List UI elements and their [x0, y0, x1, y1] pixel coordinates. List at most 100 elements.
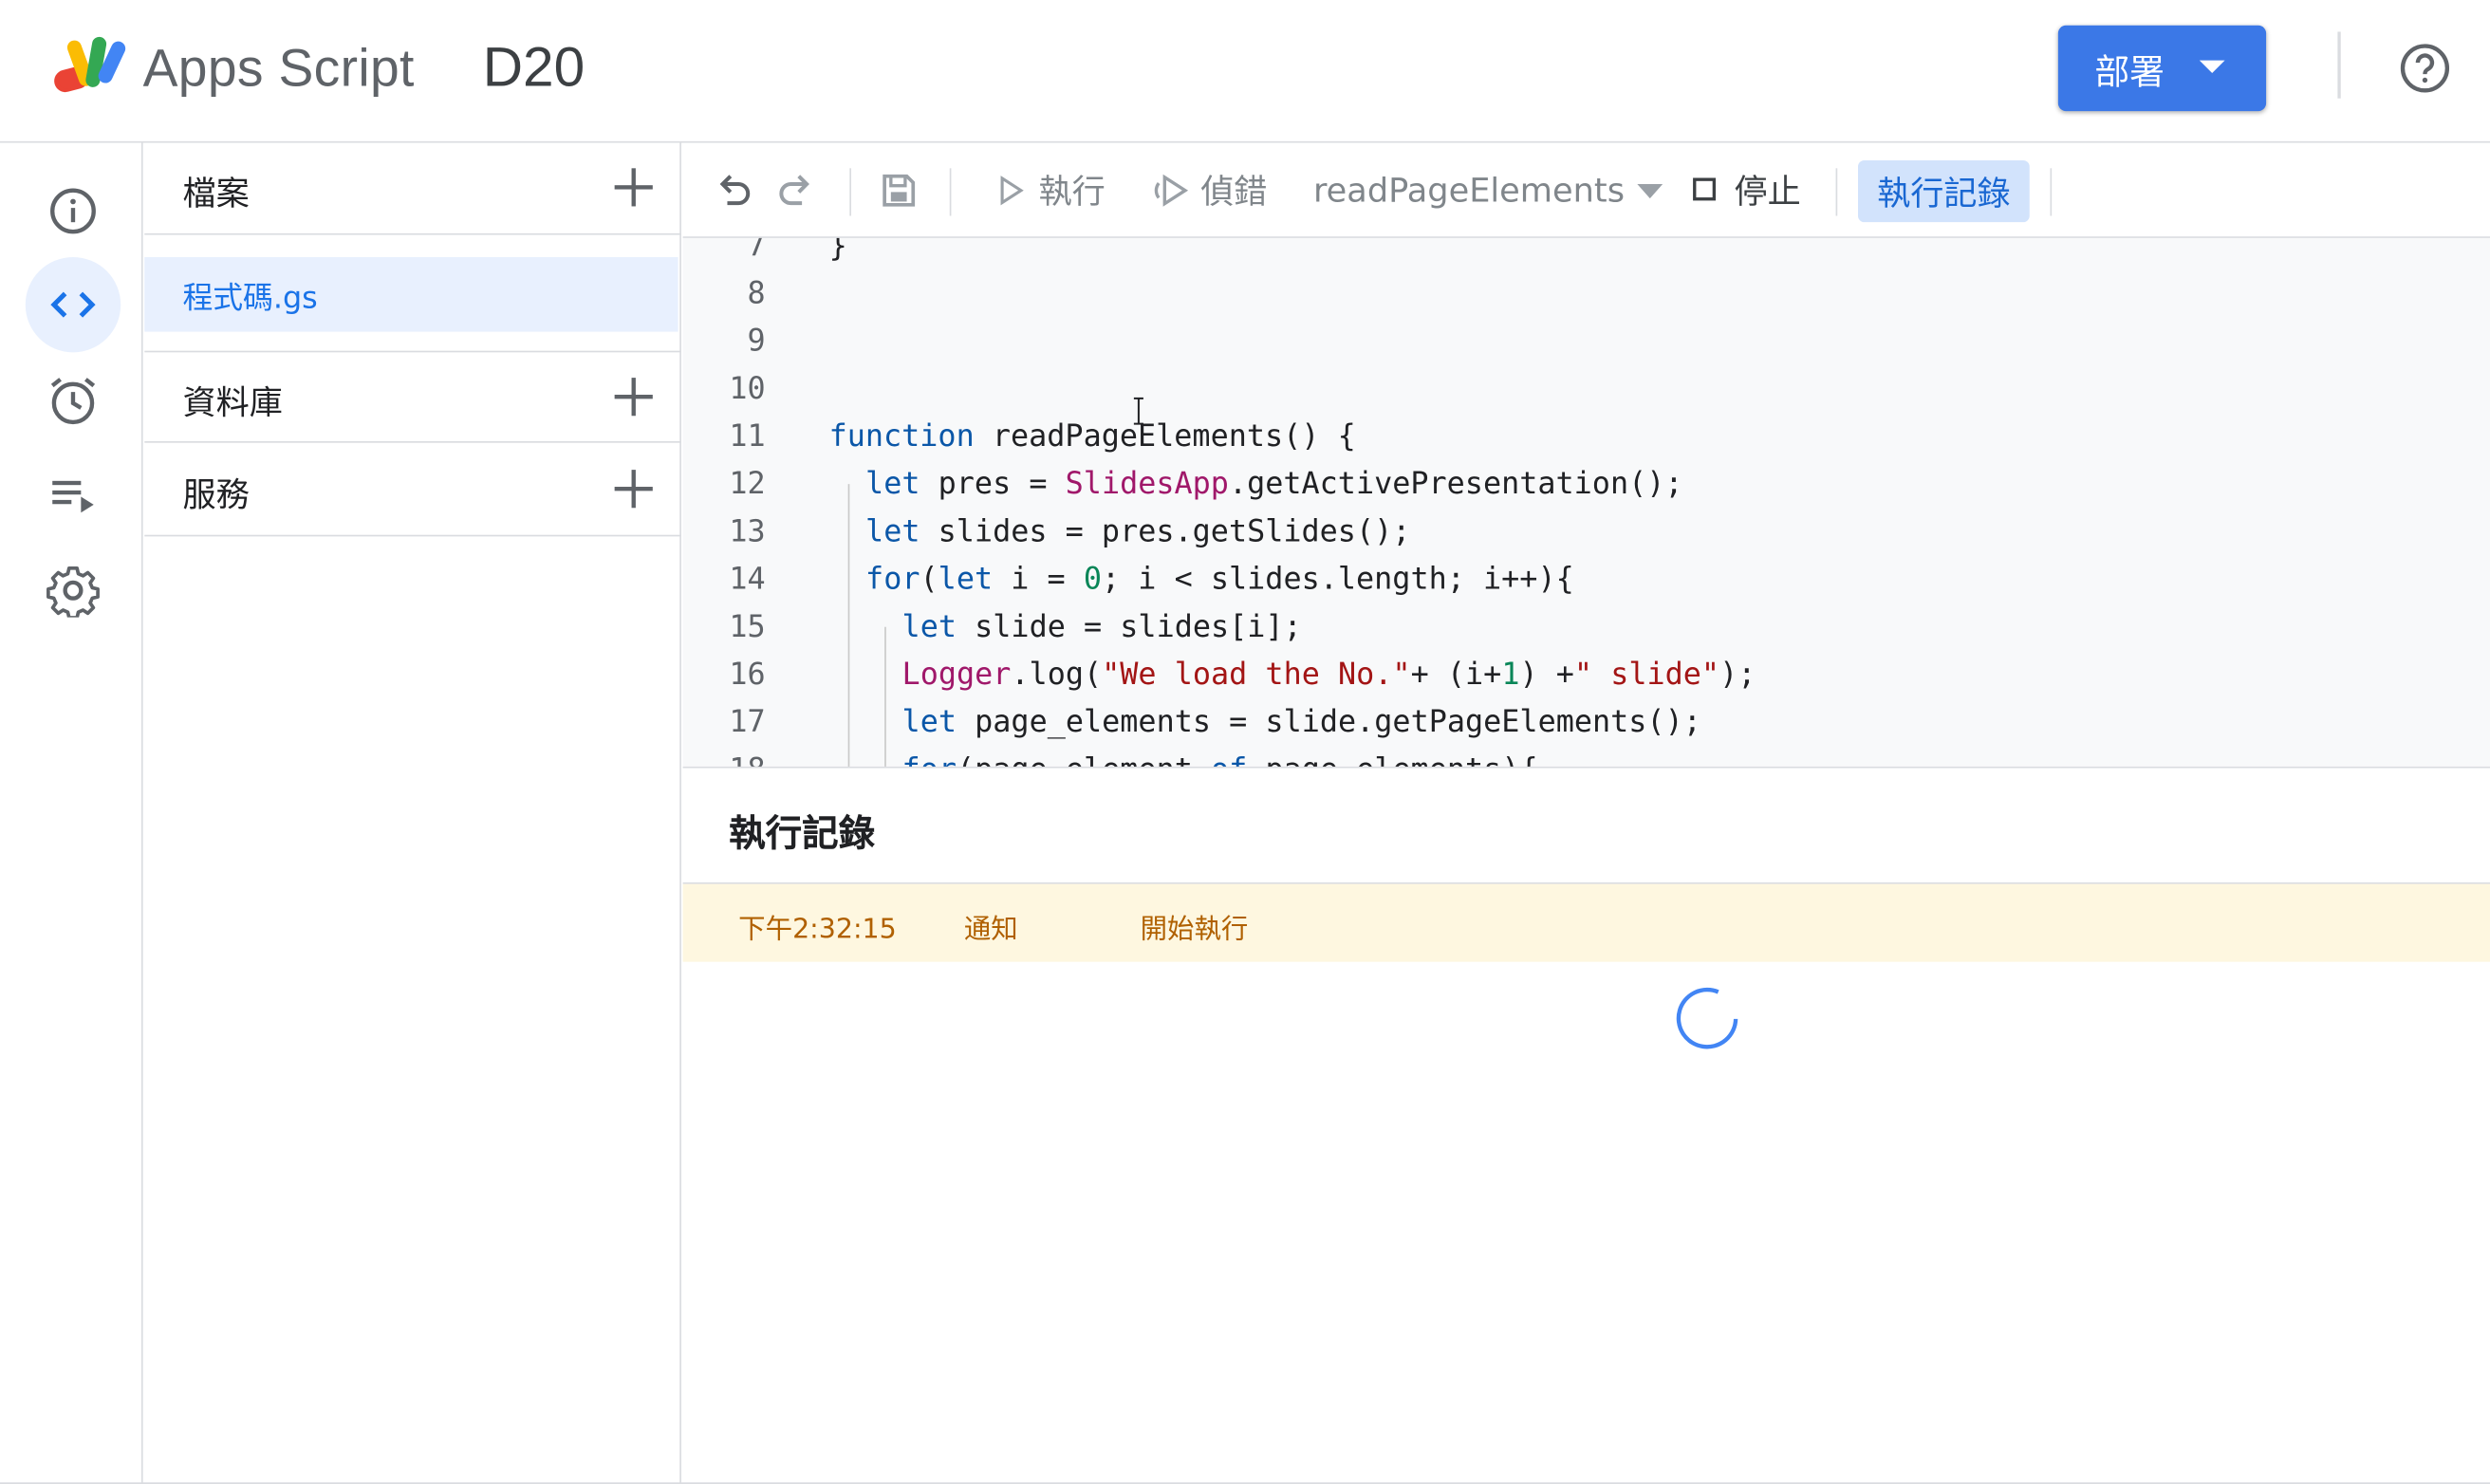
app-name: Apps Script	[142, 38, 415, 98]
log-entry-time: 下午2:32:15	[738, 914, 897, 946]
add-library-plus-icon[interactable]	[611, 375, 656, 419]
header-divider	[2337, 31, 2341, 99]
function-selector[interactable]: readPageElements	[1313, 143, 1663, 238]
line-number: 9	[747, 324, 766, 360]
line-text: function readPageElements() {	[828, 418, 1356, 454]
line-number: 18	[683, 746, 765, 767]
save-button[interactable]	[878, 143, 920, 238]
rail-editor[interactable]	[25, 256, 121, 353]
caret-down-icon	[2199, 60, 2225, 73]
code-line: 10	[683, 365, 2490, 413]
execution-log-label: 執行記錄	[1877, 174, 2011, 213]
debug-icon	[1154, 174, 1189, 207]
undo-button[interactable]	[712, 143, 753, 238]
toolbar-separator	[2050, 168, 2053, 216]
line-text: let pres = SlidesApp.getActivePresentati…	[865, 466, 1683, 502]
line-number: 13	[729, 513, 766, 549]
toolbar-separator	[849, 168, 851, 216]
log-entry-message: 開始執行	[1140, 914, 1249, 946]
code-line: 15 let slide = slides[i];	[683, 603, 2490, 651]
line-text: let page_elements = slide.getPageElement…	[901, 704, 1701, 740]
line-number: 10	[729, 371, 766, 407]
line-text: let slide = slides[i];	[901, 609, 1302, 645]
deploy-button-label: 部署	[2094, 53, 2165, 94]
add-file-plus-icon[interactable]	[611, 165, 656, 210]
gear-icon	[46, 566, 100, 618]
code-line: 7}	[683, 238, 2490, 269]
code-line: 9	[683, 318, 2490, 365]
execution-log-panel: 執行記錄 下午2:32:15 通知 開始執行	[682, 768, 2490, 1484]
undo-icon	[719, 175, 751, 206]
rail-triggers[interactable]	[26, 352, 121, 447]
line-number: 7	[747, 237, 766, 264]
toolbar-separator	[949, 168, 952, 216]
info-icon	[50, 188, 96, 234]
line-text: }	[828, 237, 847, 264]
redo-icon	[779, 175, 809, 206]
deploy-button[interactable]: 部署	[2057, 25, 2267, 112]
redo-button[interactable]	[776, 143, 818, 238]
loading-spinner-icon	[1676, 987, 1738, 1049]
log-entry-level: 通知	[963, 914, 1018, 946]
line-number: 14	[729, 562, 766, 597]
libraries-section-header: 資料庫	[144, 350, 681, 443]
code-line: 17 let page_elements = slide.getPageEleme…	[683, 698, 2490, 746]
line-number: 15	[729, 609, 766, 645]
executions-icon	[52, 480, 94, 513]
line-text: for(page_element of page_elements){	[902, 746, 1538, 767]
file-item-code-gs[interactable]: 程式碼.gs	[144, 256, 678, 332]
files-panel: 檔案 程式碼.gs 資料庫 服務	[144, 142, 681, 1484]
top-header: Apps Script D20 部署	[0, 0, 2490, 143]
debug-button[interactable]: 偵錯	[1153, 143, 1267, 238]
code-icon	[50, 291, 96, 318]
editor-toolbar: 執行 偵錯 readPageElements 停止 執行記錄	[682, 142, 2490, 238]
dropdown-arrow-icon	[1637, 183, 1663, 198]
add-service-plus-icon[interactable]	[611, 467, 656, 511]
execution-log-title: 執行記錄	[729, 814, 876, 856]
line-number: 12	[729, 466, 766, 502]
line-number: 8	[747, 276, 766, 311]
clock-icon	[50, 378, 96, 425]
code-line: 16 Logger.log("We load the No."+ (i+1) +"…	[683, 651, 2490, 698]
services-section-label: 服務	[182, 475, 250, 514]
code-line: 14 for(let i = 0; i < slides.length; i++)…	[683, 555, 2490, 603]
project-title[interactable]: D20	[483, 36, 585, 100]
stop-label: 停止	[1734, 173, 1801, 212]
stop-icon	[1693, 177, 1717, 201]
play-icon	[1000, 176, 1024, 206]
text-cursor-icon	[1133, 397, 1143, 425]
file-name: 程式碼.gs	[182, 281, 318, 316]
code-line: 11 function readPageElements() {	[683, 413, 2490, 460]
line-number: 17	[729, 704, 766, 740]
function-name: readPageElements	[1312, 171, 1626, 210]
line-text: for(let i = 0; i < slides.length; i++){	[865, 562, 1574, 597]
rail-settings[interactable]	[26, 543, 121, 638]
services-section-header: 服務	[144, 444, 681, 537]
left-nav-rail	[0, 142, 143, 1484]
files-section-header: 檔案	[144, 143, 681, 235]
run-label: 執行	[1038, 173, 1106, 212]
code-line: 13 let slides = pres.getSlides();	[683, 508, 2490, 555]
log-entry: 下午2:32:15 通知 開始執行	[682, 883, 2490, 962]
code-editor[interactable]: 7} 8 9 10 11 function readPageElements() …	[682, 237, 2490, 769]
save-icon	[883, 174, 916, 207]
line-text: let slides = pres.getSlides();	[865, 513, 1411, 549]
rail-executions[interactable]	[26, 448, 121, 543]
line-number: 11	[729, 418, 766, 454]
code-line: 18 for(page_element of page_elements){	[683, 746, 2490, 767]
rail-overview[interactable]	[26, 163, 121, 258]
code-line: 8	[683, 269, 2490, 317]
toolbar-separator	[1835, 168, 1838, 216]
apps-script-editor: Apps Script D20 部署 檔案 程式碼.gs 資料庫 服務 執行 偵…	[0, 0, 2490, 1484]
line-number: 16	[729, 657, 766, 693]
libraries-section-label: 資料庫	[182, 383, 283, 422]
apps-script-logo-icon[interactable]	[51, 33, 131, 97]
execution-log-button[interactable]: 執行記錄	[1857, 159, 2030, 223]
help-icon[interactable]	[2398, 41, 2452, 95]
stop-button[interactable]: 停止	[1690, 143, 1801, 238]
debug-label: 偵錯	[1200, 173, 1268, 212]
line-text: Logger.log("We load the No."+ (i+1) +" s…	[901, 657, 1756, 693]
code-line: 12 let pres = SlidesApp.getActivePresenta…	[683, 460, 2490, 508]
files-section-label: 檔案	[182, 174, 250, 213]
run-button[interactable]: 執行	[994, 143, 1106, 238]
